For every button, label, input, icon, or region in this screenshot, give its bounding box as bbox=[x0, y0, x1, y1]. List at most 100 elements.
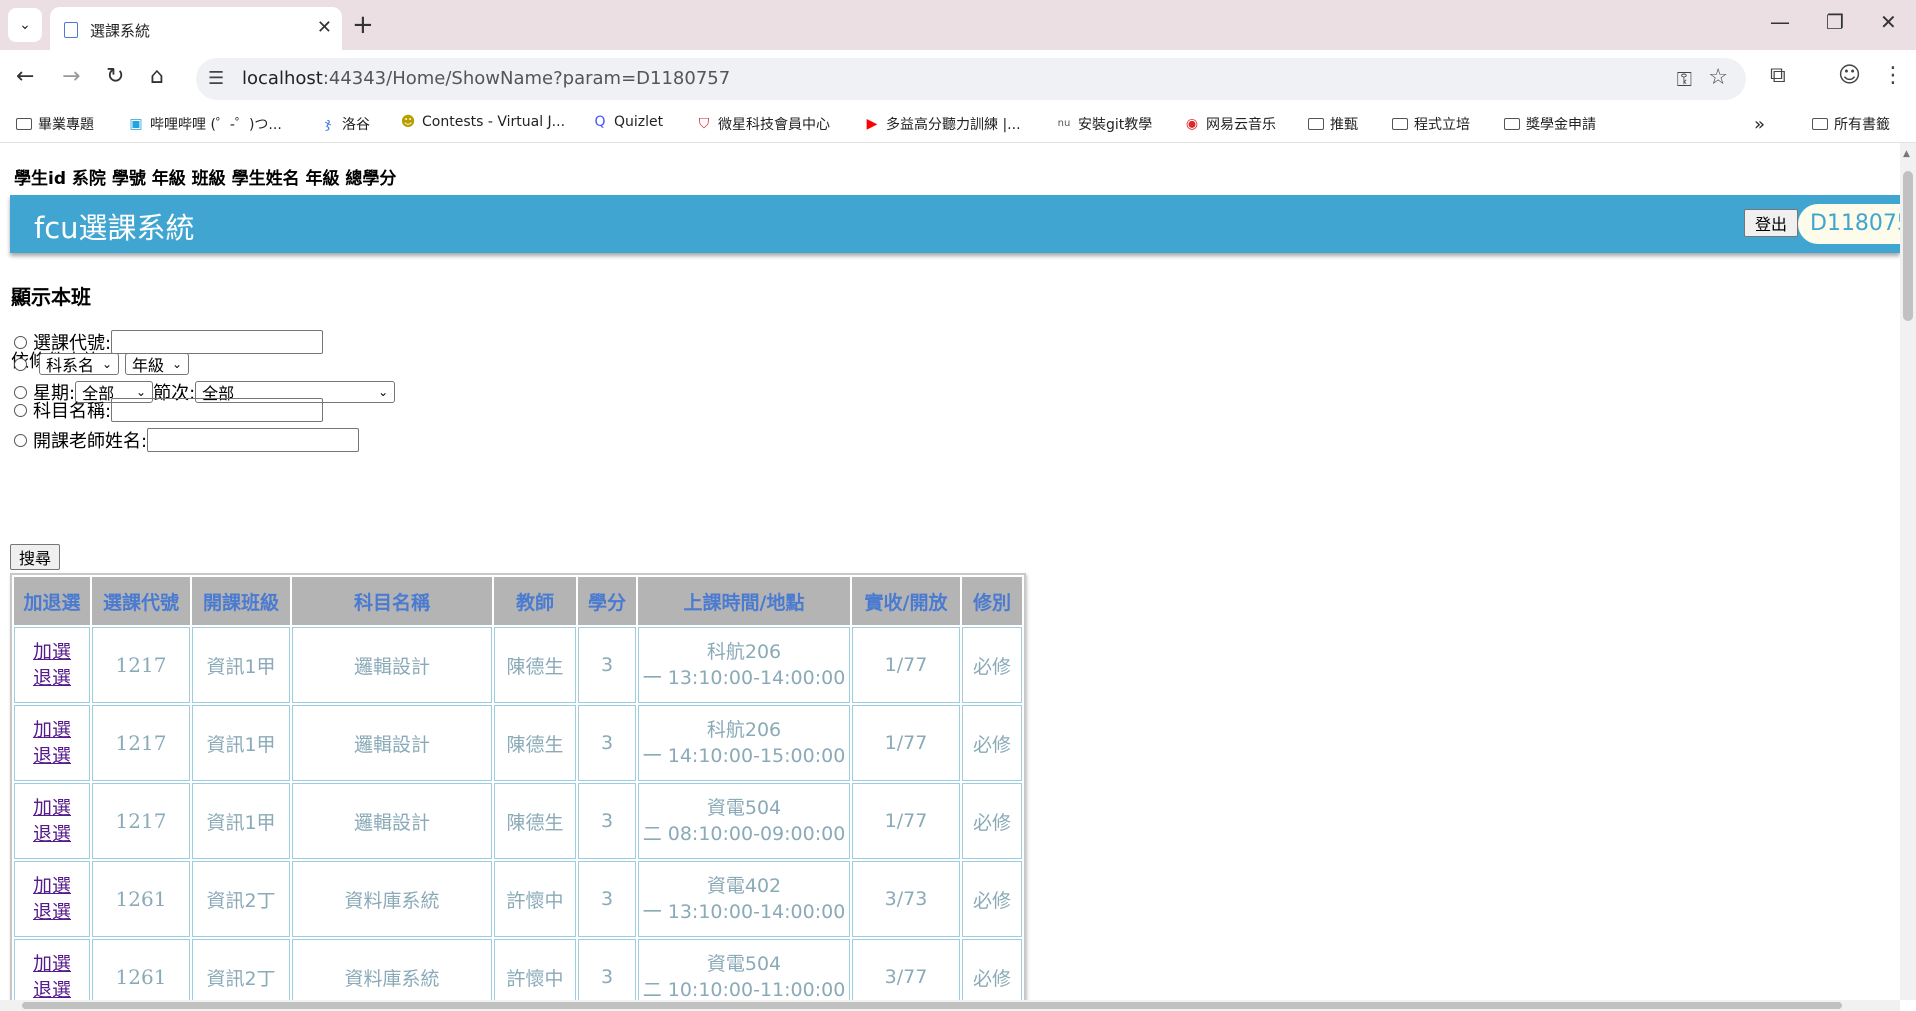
drop-course-link[interactable]: 退選 bbox=[15, 743, 89, 769]
subject-radio[interactable] bbox=[14, 403, 27, 417]
folder-icon bbox=[1504, 118, 1520, 130]
col-header: 修別 bbox=[962, 577, 1022, 625]
tab-close-icon[interactable]: ✕ bbox=[317, 17, 332, 38]
credits-cell: 3 bbox=[578, 939, 636, 1000]
bookmark-item[interactable]: Q Quizlet bbox=[592, 114, 663, 130]
bookmark-item[interactable]: ▣ 哔哩哔哩 (゜-゜)つ... bbox=[128, 114, 281, 134]
restore-button[interactable]: ❐ bbox=[1826, 10, 1844, 34]
subject-cell: 邏輯設計 bbox=[292, 705, 492, 781]
bookmark-item[interactable]: ⛉ 微星科技會員中心 bbox=[696, 114, 830, 134]
time-text: 一 13:10:00-14:00:00 bbox=[642, 667, 846, 689]
enrollment-cell: 3/77 bbox=[852, 939, 960, 1000]
close-window-button[interactable]: ✕ bbox=[1880, 10, 1897, 34]
col-header: 教師 bbox=[494, 577, 576, 625]
reload-button[interactable]: ↻ bbox=[106, 64, 124, 89]
bookmark-item[interactable]: ☻ Contests - Virtual J... bbox=[400, 114, 565, 130]
subject-row: 科目名稱: bbox=[14, 397, 324, 423]
time-place-cell: 科航206 一 14:10:00-15:00:00 bbox=[638, 705, 850, 781]
subject-cell: 邏輯設計 bbox=[292, 783, 492, 859]
all-bookmarks-button[interactable]: 所有書籤 bbox=[1812, 114, 1890, 134]
url-text[interactable]: localhost:44343/Home/ShowName?param=D118… bbox=[242, 68, 730, 89]
drop-course-link[interactable]: 退選 bbox=[15, 665, 89, 691]
bookmark-item[interactable]: ჯ 洛谷 bbox=[320, 114, 370, 134]
room-text: 科航206 bbox=[706, 719, 782, 741]
tab-search-button[interactable]: ⌄ bbox=[8, 8, 42, 42]
profile-icon[interactable]: ☺ bbox=[1838, 63, 1861, 88]
logout-button[interactable]: 登出 bbox=[1744, 209, 1799, 237]
add-drop-cell: 加選 退選 bbox=[14, 861, 90, 937]
site-info-icon[interactable]: ☰ bbox=[208, 68, 224, 89]
menu-icon[interactable]: ⋮ bbox=[1882, 63, 1904, 88]
add-course-link[interactable]: 加選 bbox=[15, 951, 89, 977]
grade-select[interactable]: 年級 ⌄ bbox=[125, 353, 189, 375]
add-course-link[interactable]: 加選 bbox=[15, 873, 89, 899]
teacher-input[interactable] bbox=[147, 428, 360, 452]
bookmark-item[interactable]: ◉ 网易云音乐 bbox=[1184, 114, 1276, 134]
teacher-radio[interactable] bbox=[14, 433, 27, 447]
col-header: 選課代號 bbox=[92, 577, 190, 625]
folder-icon bbox=[1308, 118, 1324, 130]
add-drop-cell: 加選 退選 bbox=[14, 627, 90, 703]
new-tab-button[interactable]: + bbox=[352, 10, 374, 40]
enrollment-cell: 1/77 bbox=[852, 783, 960, 859]
time-place-cell: 資電504 二 08:10:00-09:00:00 bbox=[638, 783, 850, 859]
address-bar[interactable]: ☰ localhost:44343/Home/ShowName?param=D1… bbox=[196, 58, 1746, 100]
teacher-cell: 陳德生 bbox=[494, 627, 576, 703]
home-button[interactable]: ⌂ bbox=[150, 64, 164, 89]
add-course-link[interactable]: 加選 bbox=[15, 717, 89, 743]
bookmark-item[interactable]: 程式立培 bbox=[1392, 114, 1470, 134]
scrollbar-thumb[interactable] bbox=[1903, 171, 1913, 321]
course-table: 加退選 選課代號 開課班級 科目名稱 教師 學分 上課時間/地點 實收/開放 修… bbox=[10, 573, 1026, 1000]
extensions-icon[interactable]: ⧉ bbox=[1770, 63, 1786, 88]
bookmark-item[interactable]: 推甄 bbox=[1308, 114, 1358, 134]
room-text: 資電504 bbox=[706, 953, 782, 975]
time-place-cell: 科航206 一 13:10:00-14:00:00 bbox=[638, 627, 850, 703]
bookmark-item[interactable]: ▶ 多益高分聽力訓練 |... bbox=[864, 114, 1021, 134]
browser-tab-bar: ⌄ 選課系統 ✕ + — ❐ ✕ bbox=[0, 0, 1916, 50]
bookmark-item[interactable]: nu 安裝git教學 bbox=[1056, 114, 1153, 134]
folder-icon bbox=[16, 118, 32, 130]
col-header: 開課班級 bbox=[192, 577, 290, 625]
search-button[interactable]: 搜尋 bbox=[10, 544, 61, 570]
more-bookmarks-icon[interactable]: » bbox=[1754, 114, 1765, 135]
course-code-input[interactable] bbox=[111, 330, 324, 354]
password-key-icon[interactable]: ⚿ bbox=[1677, 67, 1692, 91]
tab-title: 選課系統 bbox=[90, 22, 151, 40]
course-code-cell: 1261 bbox=[92, 939, 190, 1000]
add-course-link[interactable]: 加選 bbox=[15, 639, 89, 665]
col-header: 上課時間/地點 bbox=[638, 577, 850, 625]
vertical-scrollbar[interactable]: ▲ bbox=[1900, 143, 1916, 1000]
chevron-down-icon: ⌄ bbox=[19, 17, 31, 33]
bookmark-item[interactable]: 畢業專題 bbox=[16, 114, 94, 134]
bookmarks-bar: 畢業專題 ▣ 哔哩哔哩 (゜-゜)つ... ჯ 洛谷 ☻ Contests - Vir… bbox=[0, 108, 1916, 143]
course-code-radio[interactable] bbox=[14, 335, 27, 349]
scroll-up-icon[interactable]: ▲ bbox=[1903, 149, 1910, 159]
subject-cell: 資料庫系統 bbox=[292, 939, 492, 1000]
course-type-cell: 必修 bbox=[962, 705, 1022, 781]
header-banner: fcu選課系統 登出 D1180757 bbox=[10, 195, 1900, 253]
back-button[interactable]: ← bbox=[16, 64, 34, 89]
minimize-button[interactable]: — bbox=[1770, 10, 1790, 34]
bilibili-icon: ▣ bbox=[129, 116, 143, 132]
add-drop-cell: 加選 退選 bbox=[14, 939, 90, 1000]
table-row: 加選 退選 1217 資訊1甲 邏輯設計 陳德生 3 資電504 二 08:10:0… bbox=[14, 783, 1022, 859]
bookmark-star-icon[interactable]: ☆ bbox=[1708, 65, 1728, 90]
drop-course-link[interactable]: 退選 bbox=[15, 977, 89, 1000]
add-course-link[interactable]: 加選 bbox=[15, 795, 89, 821]
dept-select[interactable]: 科系名 ⌄ bbox=[39, 353, 119, 375]
tab-active[interactable]: 選課系統 ✕ bbox=[50, 7, 342, 50]
enrollment-cell: 3/73 bbox=[852, 861, 960, 937]
teacher-label: 開課老師姓名: bbox=[33, 431, 148, 452]
drop-course-link[interactable]: 退選 bbox=[15, 899, 89, 925]
subject-input[interactable] bbox=[111, 398, 324, 422]
forward-button[interactable]: → bbox=[62, 64, 80, 89]
bookmark-item[interactable]: 獎學金申請 bbox=[1504, 114, 1596, 134]
horizontal-scrollbar[interactable] bbox=[0, 1000, 1900, 1011]
class-cell: 資訊2丁 bbox=[192, 939, 290, 1000]
scrollbar-thumb[interactable] bbox=[22, 1002, 1842, 1009]
credits-cell: 3 bbox=[578, 705, 636, 781]
folder-icon bbox=[1392, 118, 1408, 130]
dept-grade-radio[interactable] bbox=[14, 357, 27, 371]
room-text: 科航206 bbox=[706, 641, 782, 663]
drop-course-link[interactable]: 退選 bbox=[15, 821, 89, 847]
